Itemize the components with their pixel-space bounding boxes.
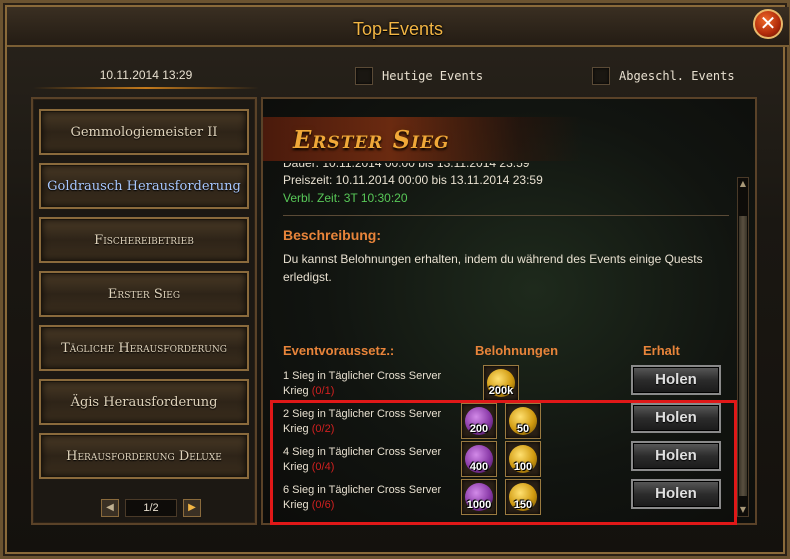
filter-today-events[interactable]: Heutige Events [355, 66, 483, 86]
detail-scrollbar[interactable]: ▲ ▼ [737, 177, 749, 517]
scroll-down-arrow-icon[interactable]: ▼ [738, 504, 748, 516]
close-button[interactable]: ✕ [753, 9, 783, 39]
event-item-aegis-herausforderung[interactable]: Ägis Herausforderung [39, 379, 249, 425]
event-duration-line: Dauer: 10.11.2014 00:00 bis 13.11.2014 2… [283, 163, 530, 170]
datetime-divider [33, 87, 259, 89]
section-divider [283, 215, 729, 216]
event-item-erster-sieg[interactable]: Erster Sieg [39, 271, 249, 317]
today-events-label: Heutige Events [382, 69, 484, 83]
reward-gold-coin-icon[interactable]: 200k [483, 365, 519, 401]
reward-quantity: 200k [488, 385, 514, 397]
prev-page-button[interactable]: ◀ [101, 499, 119, 517]
completed-events-label: Abgeschl. Events [619, 69, 735, 83]
today-events-checkbox[interactable] [355, 67, 373, 85]
claim-column-header: Erhalt [643, 343, 680, 358]
completed-events-checkbox[interactable] [592, 67, 610, 85]
page-indicator: 1/2 [125, 499, 177, 517]
event-item-herausforderung-deluxe[interactable]: Herausforderung Deluxe [39, 433, 249, 479]
event-item-goldrausch[interactable]: Goldrausch Herausforderung [39, 163, 249, 209]
scroll-up-arrow-icon[interactable]: ▲ [738, 178, 748, 190]
highlight-annotation-box [270, 400, 737, 525]
top-events-window: Top-Events ✕ 10.11.2014 13:29 Heutige Ev… [0, 0, 790, 559]
event-list-panel: Gemmologiemeister II Goldrausch Herausfo… [31, 97, 257, 525]
requirement-text: 1 Sieg in Täglicher Cross Server Krieg [283, 370, 442, 397]
event-info: Dauer: 10.11.2014 00:00 bis 13.11.2014 2… [283, 163, 729, 286]
event-item-fischereibetrieb[interactable]: Fischereibetrieb [39, 217, 249, 263]
claim-button-row-1[interactable]: Holen [631, 365, 721, 395]
event-title: Erster Sieg [293, 125, 450, 154]
requirement-progress: (0/1) [311, 385, 335, 397]
event-item-gemmologiemeister[interactable]: Gemmologiemeister II [39, 109, 249, 155]
requirement-row-1: 1 Sieg in Täglicher Cross Server Krieg (… [283, 369, 453, 399]
remaining-time: Verbl. Zeit: 3T 10:30:20 [283, 191, 408, 205]
description-text: Du kannst Belohnungen erhalten, indem du… [283, 252, 703, 284]
next-page-button[interactable]: ▶ [183, 499, 201, 517]
scroll-thumb[interactable] [739, 216, 747, 496]
prize-time: Preiszeit: 10.11.2014 00:00 bis 13.11.20… [283, 173, 543, 187]
filter-completed-events[interactable]: Abgeschl. Events [592, 66, 735, 86]
title-bar: Top-Events [7, 7, 789, 47]
description-heading: Beschreibung: [283, 227, 382, 243]
server-datetime: 10.11.2014 13:29 [99, 68, 193, 82]
pager: ◀ 1/2 ▶ [101, 499, 201, 517]
rewards-column-header: Belohnungen [475, 343, 559, 358]
requirement-column-header: Eventvoraussetz.: [283, 343, 395, 358]
event-item-taegliche-herausforderung[interactable]: Tägliche Herausforderung [39, 325, 249, 371]
window-title: Top-Events [352, 19, 444, 39]
